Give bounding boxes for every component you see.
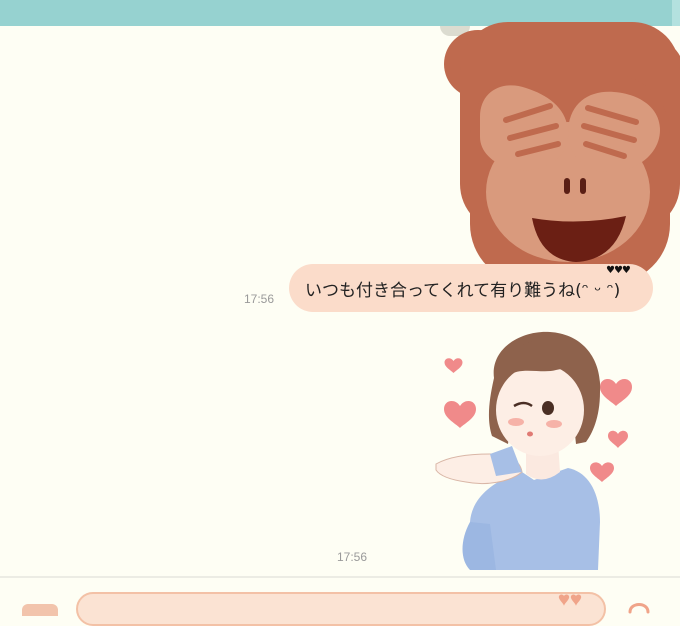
monkey-covering-eyes-sticker[interactable] [440,12,680,282]
emoji-icon[interactable] [556,594,586,608]
menu-button[interactable] [22,604,58,616]
hearts-icon: ♥♥♥ [606,265,631,276]
message-text: いつも付き合ってくれて有り難うね(ᵔ ᵕ ᵔ) [305,280,621,301]
message-bubble[interactable]: いつも付き合ってくれて有り難うね(ᵔ ᵕ ᵔ) [289,264,653,312]
message-timestamp: 17:56 [244,292,275,306]
sticker-timestamp: 17:56 [337,550,368,564]
message-input[interactable] [76,592,606,626]
send-icon[interactable] [626,596,652,616]
girl-blowing-kiss-sticker[interactable] [430,326,660,570]
